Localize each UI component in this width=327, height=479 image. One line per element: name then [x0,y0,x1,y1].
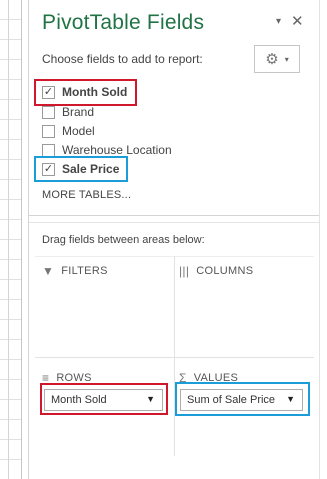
pivot-fields-pane: PivotTable Fields ▾ ✕ Choose fields to a… [28,0,320,479]
area-divider-horizontal [35,357,314,358]
pane-edge [319,0,327,479]
chevron-down-icon: ▾ [284,54,289,64]
divider [29,215,320,216]
choose-fields-label: Choose fields to add to report: [42,52,203,66]
highlight-box-blue [175,382,310,416]
area-divider-vertical [174,256,175,456]
highlight-box-red [40,383,168,415]
gear-icon: ⚙ [265,51,279,68]
close-icon[interactable]: ✕ [291,12,304,30]
columns-label: COLUMNS [196,265,254,277]
pane-options-chevron-down-icon[interactable]: ▾ [276,16,281,27]
filters-label: FILTERS [61,265,108,277]
columns-area-header: ||| COLUMNS [179,264,253,278]
spreadsheet-grid-strip [0,0,22,479]
drag-fields-label: Drag fields between areas below: [42,234,205,246]
columns-icon: ||| [179,264,190,278]
highlight-box-red [34,79,137,106]
field-label: Model [62,124,95,138]
highlight-box-blue [34,156,128,182]
field-label: Brand [62,105,95,119]
checkbox-model[interactable] [42,124,55,138]
filters-area-header: ▼ FILTERS [42,264,108,278]
field-label: Warehouse Location [62,143,172,157]
more-tables-link[interactable]: MORE TABLES... [42,189,131,201]
pane-title: PivotTable Fields [42,11,205,34]
tools-button[interactable]: ⚙ ▾ [254,45,300,73]
divider [29,222,320,223]
filter-icon: ▼ [42,264,55,278]
field-model[interactable]: Model [42,122,95,140]
checkbox-warehouse-location[interactable] [42,143,55,157]
checkbox-brand[interactable] [42,105,55,119]
